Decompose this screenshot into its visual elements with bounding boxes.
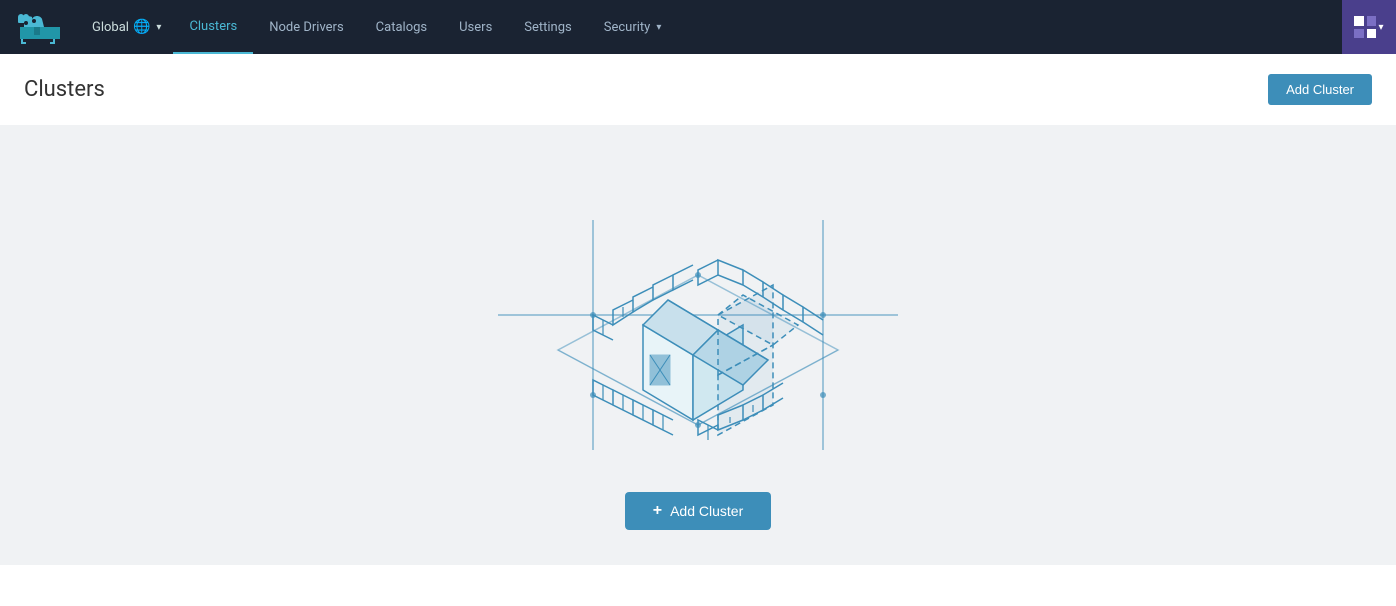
- page-header: Clusters Add Cluster: [0, 54, 1396, 125]
- empty-state: + Add Cluster: [0, 125, 1396, 565]
- navbar: Global 🌐 ▾ Clusters Node Drivers Catalog…: [0, 0, 1396, 54]
- nav-catalogs[interactable]: Catalogs: [360, 0, 443, 54]
- global-menu[interactable]: Global 🌐 ▾: [80, 0, 173, 54]
- add-cluster-button-center[interactable]: + Add Cluster: [625, 492, 772, 530]
- nav-security[interactable]: Security ▾: [588, 0, 678, 54]
- global-label: Global: [92, 20, 129, 35]
- cluster-illustration: [448, 160, 948, 460]
- global-chevron-icon: ▾: [156, 22, 161, 33]
- page-title: Clusters: [24, 77, 105, 102]
- nav-clusters[interactable]: Clusters: [173, 0, 253, 54]
- add-cluster-button-header[interactable]: Add Cluster: [1268, 74, 1372, 105]
- security-chevron-icon: ▾: [656, 22, 661, 33]
- nav-links: Clusters Node Drivers Catalogs Users Set…: [173, 0, 677, 54]
- brand-logo[interactable]: [0, 0, 80, 54]
- app-switcher-grid-icon: [1354, 16, 1376, 38]
- rancher-logo-icon: [16, 9, 64, 45]
- nav-users[interactable]: Users: [443, 0, 508, 54]
- nav-node-drivers[interactable]: Node Drivers: [253, 0, 359, 54]
- app-switcher-chevron-icon: ▾: [1378, 22, 1383, 33]
- globe-icon: 🌐: [133, 19, 150, 35]
- plus-icon: +: [653, 502, 662, 520]
- app-switcher-button[interactable]: ▾: [1342, 0, 1396, 54]
- nav-settings[interactable]: Settings: [508, 0, 587, 54]
- navbar-right: ▾: [1342, 0, 1396, 54]
